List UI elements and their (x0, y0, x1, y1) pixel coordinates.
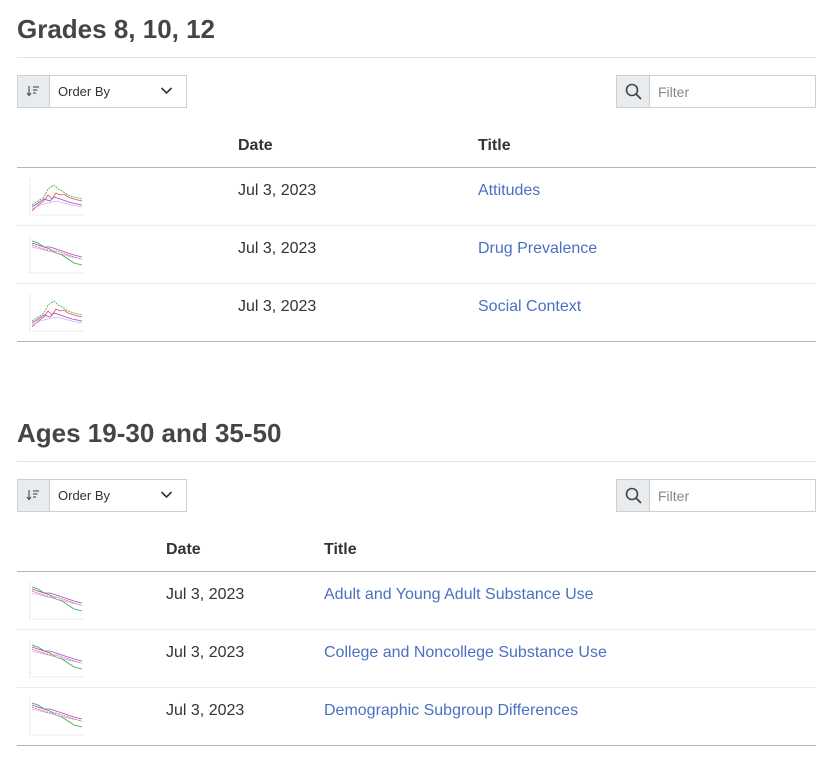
row-title-link[interactable]: Social Context (478, 298, 581, 316)
filter-box (616, 75, 816, 108)
search-button[interactable] (617, 480, 650, 511)
table-row: Jul 3, 2023 Drug Prevalence (17, 226, 816, 284)
row-date: Jul 3, 2023 (238, 182, 317, 199)
chart-thumbnail[interactable] (26, 637, 86, 681)
chart-thumbnail[interactable] (26, 695, 86, 739)
row-date: Jul 3, 2023 (166, 702, 245, 719)
column-header-date[interactable]: Date (166, 541, 201, 559)
row-date: Jul 3, 2023 (166, 644, 245, 661)
sort-icon (26, 86, 39, 97)
sort-icon (26, 490, 39, 501)
search-icon (625, 83, 642, 100)
chart-thumbnail[interactable] (26, 233, 86, 277)
chart-thumbnail[interactable] (26, 175, 86, 219)
filter-input[interactable] (650, 76, 810, 107)
order-by-label: Order By (58, 84, 111, 99)
row-title-link[interactable]: College and Noncollege Substance Use (324, 644, 607, 662)
filter-input[interactable] (650, 480, 810, 511)
chart-thumbnail[interactable] (26, 579, 86, 623)
column-header-title[interactable]: Title (324, 541, 357, 559)
table-row: Jul 3, 2023 Attitudes (17, 168, 816, 226)
column-header-date[interactable]: Date (238, 137, 273, 155)
row-title-link[interactable]: Drug Prevalence (478, 240, 597, 258)
row-title-link[interactable]: Attitudes (478, 182, 540, 200)
table-row: Jul 3, 2023 Demographic Subgroup Differe… (17, 688, 816, 746)
row-date: Jul 3, 2023 (238, 240, 317, 257)
divider (17, 461, 816, 462)
row-title-link[interactable]: Adult and Young Adult Substance Use (324, 586, 594, 604)
search-icon (625, 487, 642, 504)
table-bottom-divider (17, 745, 816, 746)
order-by-label: Order By (58, 488, 111, 503)
section-title: Ages 19-30 and 35-50 (17, 418, 282, 448)
section-title: Grades 8, 10, 12 (17, 14, 216, 44)
column-header-title[interactable]: Title (478, 137, 511, 155)
row-date: Jul 3, 2023 (166, 586, 245, 603)
row-title-link[interactable]: Demographic Subgroup Differences (324, 702, 578, 720)
table-row: Jul 3, 2023 College and Noncollege Subst… (17, 630, 816, 688)
sort-direction-button[interactable] (18, 480, 50, 511)
chart-thumbnail[interactable] (26, 291, 86, 335)
divider (17, 57, 816, 58)
chevron-down-icon (160, 491, 173, 499)
table-row: Jul 3, 2023 Social Context (17, 284, 816, 342)
row-date: Jul 3, 2023 (238, 298, 317, 315)
filter-box (616, 479, 816, 512)
search-button[interactable] (617, 76, 650, 107)
table-bottom-divider (17, 341, 816, 342)
chevron-down-icon (160, 87, 173, 95)
table-row: Jul 3, 2023 Adult and Young Adult Substa… (17, 572, 816, 630)
order-by-dropdown[interactable]: Order By (17, 75, 187, 108)
sort-direction-button[interactable] (18, 76, 50, 107)
order-by-dropdown[interactable]: Order By (17, 479, 187, 512)
